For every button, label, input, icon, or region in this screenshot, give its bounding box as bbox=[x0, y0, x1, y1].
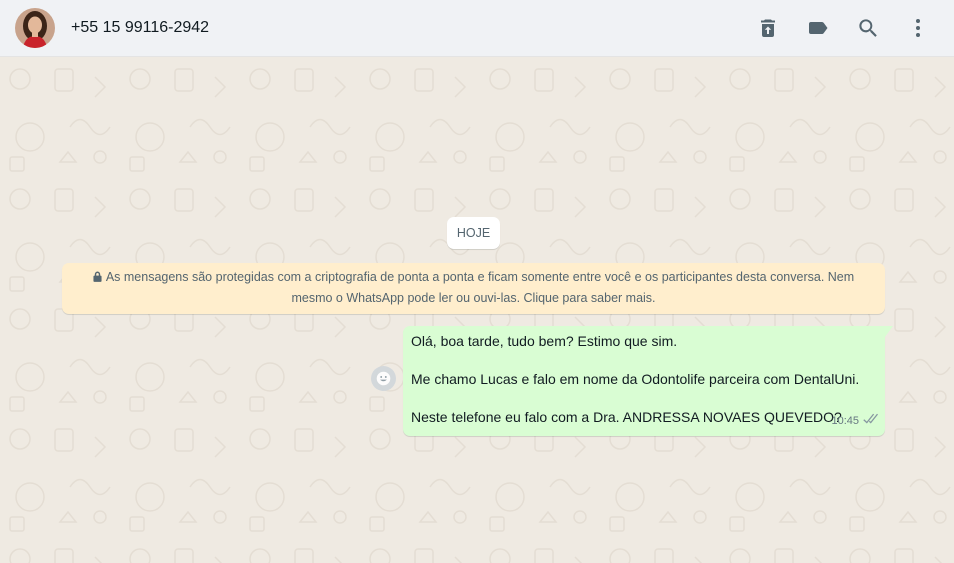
message-meta: 10:45 bbox=[831, 412, 878, 431]
message-line-3: Neste telefone eu falo com a Dra. ANDRES… bbox=[411, 409, 842, 425]
search-icon[interactable] bbox=[856, 16, 880, 40]
contact-avatar[interactable] bbox=[15, 8, 55, 48]
delete-icon[interactable] bbox=[756, 16, 780, 40]
label-icon[interactable] bbox=[806, 16, 830, 40]
message-line-2: Me chamo Lucas e falo em nome da Odontol… bbox=[411, 371, 860, 387]
date-chip: HOJE bbox=[447, 217, 500, 249]
lock-icon bbox=[93, 268, 102, 282]
bubble-tail bbox=[885, 326, 893, 337]
menu-icon[interactable] bbox=[906, 16, 930, 40]
outgoing-message-bubble[interactable]: Olá, boa tarde, tudo bem? Estimo que sim… bbox=[403, 326, 885, 436]
contact-name[interactable]: +55 15 99116-2942 bbox=[71, 19, 209, 37]
chat-area[interactable]: HOJE As mensagens são protegidas com a c… bbox=[0, 57, 954, 563]
encryption-notice-text: As mensagens são protegidas com a cripto… bbox=[105, 270, 855, 305]
message-time: 10:45 bbox=[831, 415, 859, 427]
encryption-notice[interactable]: As mensagens são protegidas com a cripto… bbox=[62, 263, 885, 314]
double-check-icon bbox=[862, 412, 878, 431]
chat-header: +55 15 99116-2942 bbox=[0, 0, 954, 57]
emoji-reaction-icon[interactable] bbox=[371, 366, 396, 391]
message-line-1: Olá, boa tarde, tudo bem? Estimo que sim… bbox=[411, 333, 678, 349]
